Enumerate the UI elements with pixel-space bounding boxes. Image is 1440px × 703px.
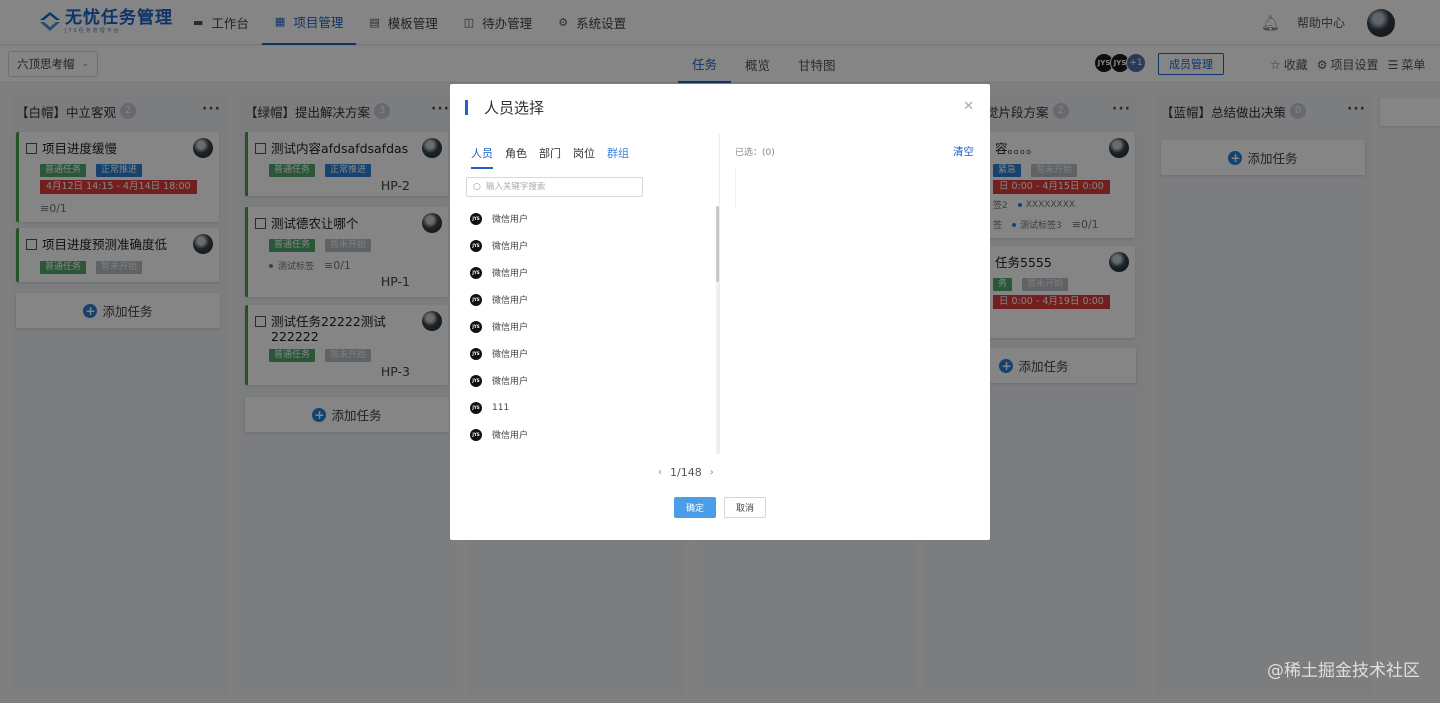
person-list: JYS 微信用户 JYS 微信用户 JYS 微信用户 JYS 微信用户 JYS 微信用户 … [470,205,710,448]
selector-tabs: 人员 角色 部门 岗位 群组 [471,145,641,169]
close-icon[interactable]: ✕ [963,99,974,114]
panel-divider [719,134,720,454]
list-item[interactable]: JYS 微信用户 [470,205,710,232]
selected-count: 已选：(0) [735,148,775,158]
tab-role[interactable]: 角色 [505,145,527,169]
list-item[interactable]: JYS 微信用户 [470,340,710,367]
avatar: JYS [470,347,482,360]
person-name: 111 [492,402,510,413]
list-item[interactable]: JYS 111 [470,394,710,421]
person-name: 微信用户 [492,377,529,387]
list-item[interactable]: JYS 微信用户 [470,421,710,448]
tab-group[interactable]: 群组 [607,145,629,169]
avatar: JYS [470,428,482,441]
tab-department[interactable]: 部门 [539,145,561,169]
avatar: JYS [470,266,482,279]
person-name: 微信用户 [492,323,529,333]
tab-position[interactable]: 岗位 [573,145,595,169]
dialog-title-text: 人员选择 [484,98,545,117]
avatar: JYS [470,374,482,387]
pagination: ‹ 1/148 › [650,466,722,479]
chevron-left-icon[interactable]: ‹ [658,467,662,478]
clear-button[interactable]: 清空 [953,144,974,159]
person-name: 微信用户 [492,296,529,306]
chevron-right-icon[interactable]: › [710,467,714,478]
list-item[interactable]: JYS 微信用户 [470,367,710,394]
person-select-dialog: 人员选择 ✕ 人员 角色 部门 岗位 群组 ○ JYS微信用户 JYS微信用户 … [450,84,990,540]
person-name: 微信用户 [492,350,529,360]
avatar: JYS [470,320,482,333]
tab-person[interactable]: 人员 [471,145,493,169]
confirm-button[interactable]: 确定 [674,497,716,518]
person-name: 微信用户 [492,269,529,279]
search-icon: ○ [473,182,481,192]
person-name: 微信用户 [492,431,529,441]
person-name: 微信用户 [492,215,529,225]
search-box: ○ [466,177,643,197]
page-indicator: 1/148 [670,466,702,479]
list-item[interactable]: JYS 微信用户 [470,232,710,259]
cancel-button[interactable]: 取消 [724,497,766,518]
list-item[interactable]: JYS 微信用户 [470,259,710,286]
list-item[interactable]: JYS 微信用户 [470,286,710,313]
title-accent-bar [465,99,468,115]
list-item[interactable]: JYS 微信用户 [470,313,710,340]
dialog-title: 人员选择 [465,98,545,117]
avatar: JYS [470,293,482,306]
avatar: JYS [470,239,482,252]
selected-list [735,169,975,207]
person-name: 微信用户 [492,242,529,252]
avatar: JYS [470,401,482,414]
avatar: JYS [470,212,482,225]
watermark: @稀土掘金技术社区 [1267,661,1420,681]
search-input[interactable] [485,182,636,192]
